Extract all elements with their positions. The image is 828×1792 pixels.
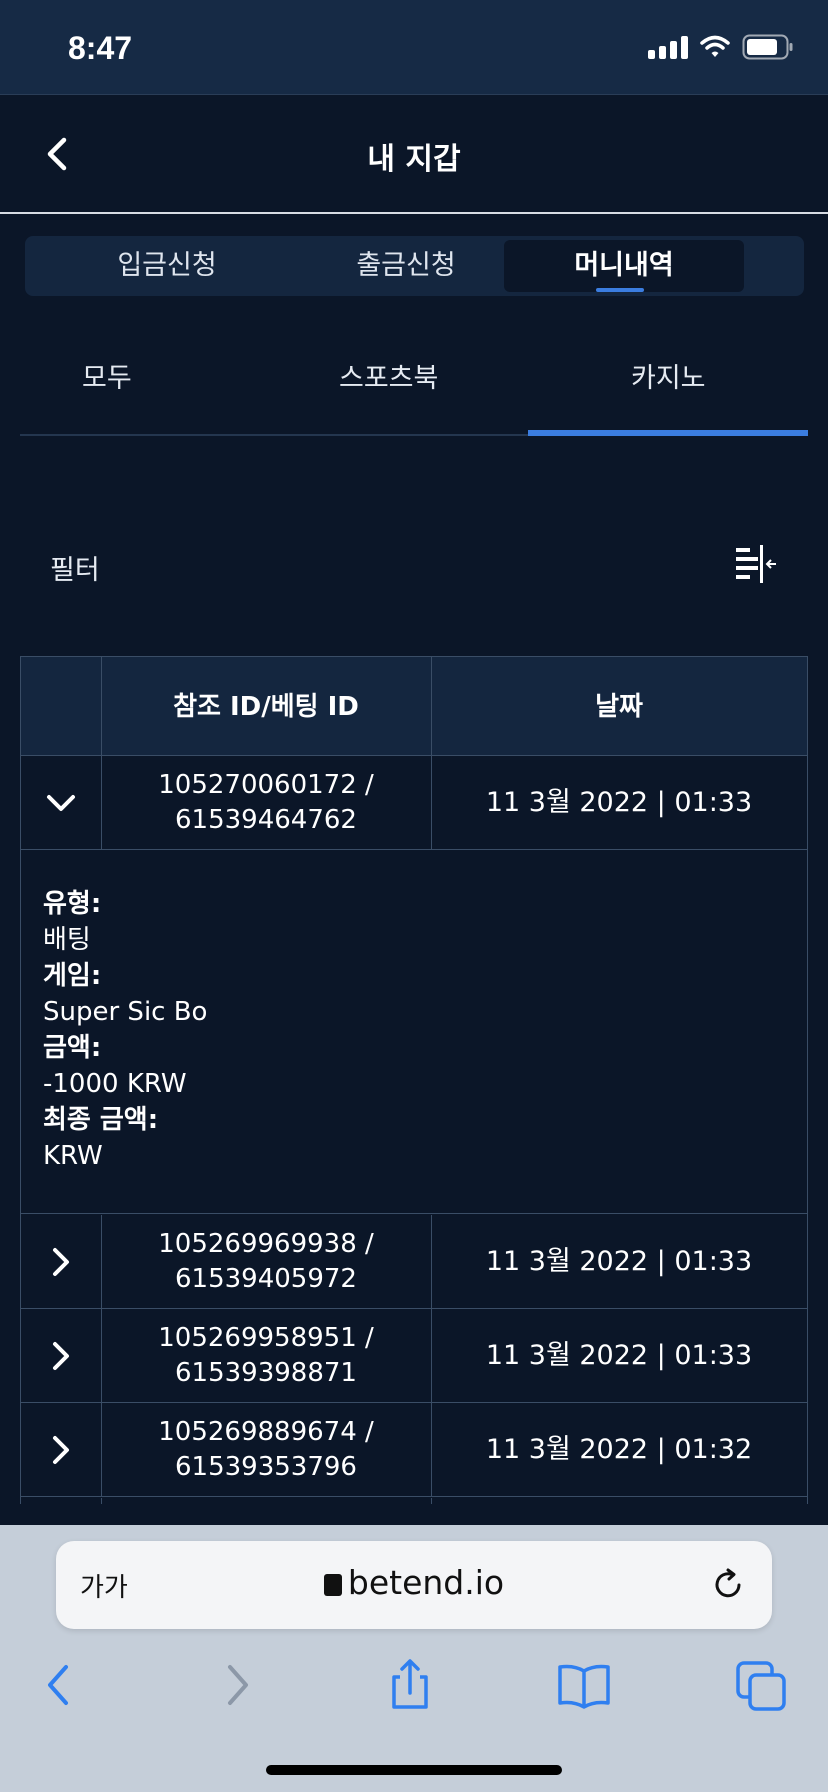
reference-id: 105269969938 / <box>158 1229 374 1259</box>
filter-label[interactable]: 필터 <box>50 548 100 587</box>
tab-money-history[interactable]: 머니내역 <box>504 240 744 292</box>
reference-id: 105270060172 / <box>158 770 374 800</box>
status-icons <box>648 34 794 60</box>
browser-nav <box>0 1655 828 1735</box>
chevron-right-icon[interactable] <box>43 1430 79 1470</box>
app-header: 내 지갑 <box>0 96 828 214</box>
row-date: 11 3월 2022 | 01:32 <box>485 1434 753 1465</box>
page-title: 내 지갑 <box>367 142 461 177</box>
row-ids: 105269969938 / 61539405972 <box>101 1227 431 1297</box>
share-icon[interactable] <box>380 1655 440 1715</box>
status-bar: 8:47 <box>0 0 828 95</box>
browser-back-icon[interactable] <box>30 1655 90 1715</box>
reference-id: 105269889674 / <box>158 1417 374 1447</box>
table-header: 참조 ID/베팅 ID 날짜 <box>21 656 807 757</box>
bet-id: 61539405972 <box>175 1264 357 1294</box>
chevron-down-icon[interactable] <box>43 783 79 823</box>
table-row[interactable]: 105269969938 / 61539405972 11 3월 2022 | … <box>21 1215 807 1309</box>
row-date: 11 3월 2022 | 01:33 <box>485 787 753 818</box>
wallet-tabs: 입금신청 출금신청 머니내역 <box>25 236 804 296</box>
final-amount-label: 최종 금액: <box>43 1105 159 1135</box>
row-ids: 105269958951 / 61539398871 <box>101 1321 431 1391</box>
game-value: Super Sic Bo <box>43 997 208 1027</box>
type-label: 유형: <box>43 889 102 919</box>
row-details: 유형: 배팅 게임: Super Sic Bo 금액: -1000 KRW 최종… <box>21 850 807 1214</box>
battery-icon <box>742 34 793 60</box>
header-reference-id: 참조 ID/베팅 ID <box>173 692 359 722</box>
tab-active-indicator <box>596 288 644 292</box>
bet-id: 61539398871 <box>175 1358 357 1388</box>
game-label: 게임: <box>43 961 102 991</box>
amount-value: -1000 KRW <box>43 1069 187 1099</box>
tab-sportsbook[interactable]: 스포츠북 <box>339 356 438 395</box>
sub-tab-active-indicator <box>528 430 808 436</box>
chevron-right-icon[interactable] <box>43 1242 79 1282</box>
lock-icon <box>323 1574 342 1596</box>
table-row[interactable]: 105269958951 / 61539398871 11 3월 2022 | … <box>21 1309 807 1403</box>
row-date: 11 3월 2022 | 01:33 <box>485 1246 753 1277</box>
wifi-icon <box>700 35 730 57</box>
amount-label: 금액: <box>43 1033 102 1063</box>
tab-withdraw[interactable]: 출금신청 <box>286 240 526 292</box>
row-ids: 105269889674 / 61539353796 <box>101 1415 431 1485</box>
tab-all[interactable]: 모두 <box>82 356 132 395</box>
category-tabs: 모두 스포츠북 카지노 <box>20 330 808 436</box>
address-bar[interactable]: 가가 betend.io <box>56 1541 772 1629</box>
reload-icon[interactable] <box>708 1565 748 1605</box>
header-date: 날짜 <box>595 692 643 722</box>
browser-toolbar: 가가 betend.io <box>0 1525 828 1792</box>
home-indicator <box>266 1765 562 1775</box>
url-display[interactable]: betend.io <box>56 1563 772 1602</box>
signal-icon <box>648 35 688 59</box>
final-amount-value: KRW <box>43 1141 103 1171</box>
bet-id: 61539464762 <box>175 805 357 835</box>
row-date: 11 3월 2022 | 01:33 <box>485 1340 753 1371</box>
table-row[interactable]: 105270060172 / 61539464762 11 3월 2022 | … <box>21 756 807 850</box>
tabs-icon[interactable] <box>732 1655 792 1715</box>
type-value: 배팅 <box>43 925 91 955</box>
table-row[interactable]: 105269889674 / 61539353796 11 3월 2022 | … <box>21 1403 807 1497</box>
row-ids: 105270060172 / 61539464762 <box>101 768 431 838</box>
transactions-table: 참조 ID/베팅 ID 날짜 105270060172 / 6153946476… <box>20 656 808 1504</box>
reference-id: 105269958951 / <box>158 1323 374 1353</box>
url-text: betend.io <box>347 1563 505 1602</box>
tab-money-history-label: 머니내역 <box>574 250 674 281</box>
tab-deposit[interactable]: 입금신청 <box>47 240 287 292</box>
status-time: 8:47 <box>68 30 133 66</box>
chevron-right-icon[interactable] <box>43 1336 79 1376</box>
bet-id: 61539353796 <box>175 1452 357 1482</box>
bookmarks-icon[interactable] <box>554 1655 614 1715</box>
browser-forward-icon[interactable] <box>206 1655 266 1715</box>
tab-casino[interactable]: 카지노 <box>631 356 706 395</box>
filter-icon[interactable] <box>734 545 778 585</box>
